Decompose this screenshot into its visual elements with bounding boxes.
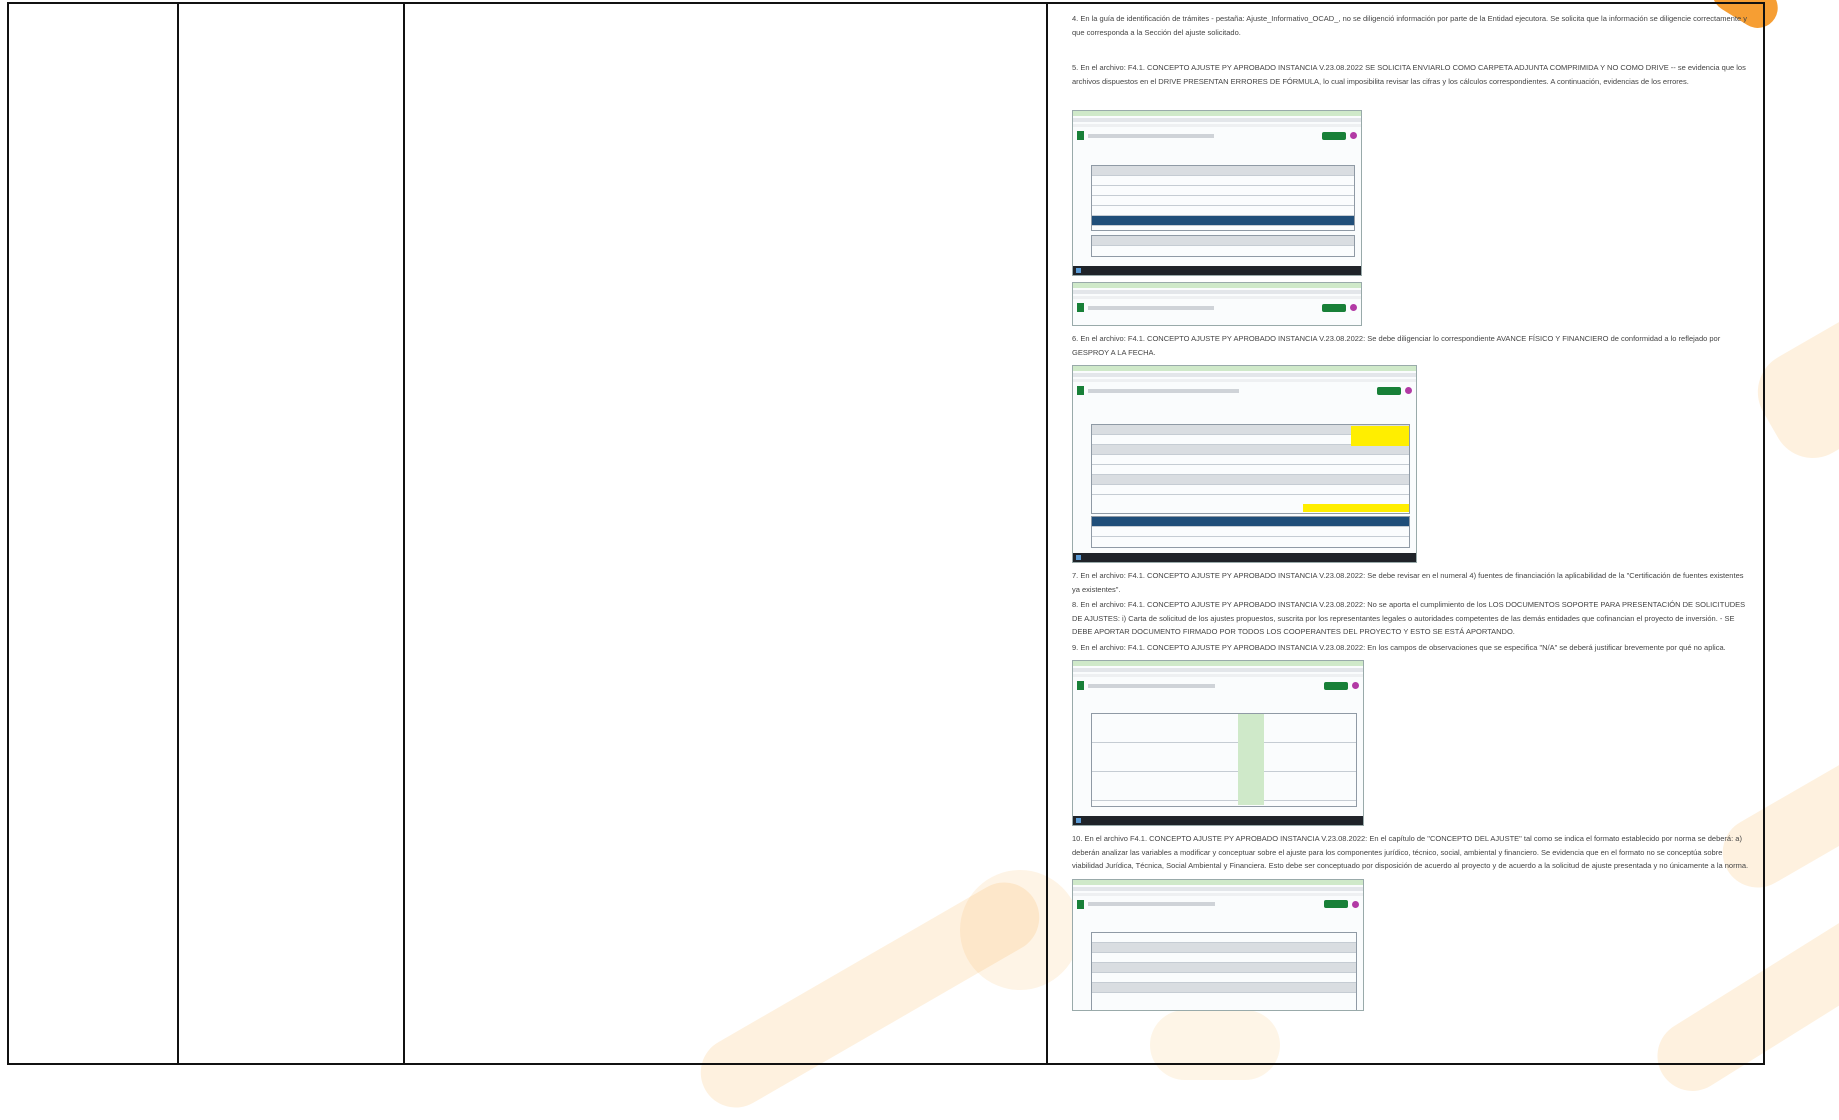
sheets-icon xyxy=(1077,681,1084,690)
observations-cell: 4. En la guía de identificación de trámi… xyxy=(1046,2,1765,1065)
observation-10: 10. En el archivo F4.1. CONCEPTO AJUSTE … xyxy=(1072,834,1749,870)
avatar xyxy=(1350,132,1357,139)
table-cell-col2 xyxy=(177,2,405,1065)
highlighted-cell xyxy=(1351,426,1409,446)
avatar xyxy=(1352,682,1359,689)
observation-4: 4. En la guía de identificación de trámi… xyxy=(1072,14,1747,37)
avatar xyxy=(1405,387,1412,394)
observation-9: 9. En el archivo: F4.1. CONCEPTO AJUSTE … xyxy=(1072,642,1726,652)
highlighted-column xyxy=(1238,714,1264,805)
table-cell-col1 xyxy=(7,2,179,1065)
embedded-screenshot-physical-financial-progress xyxy=(1072,365,1417,563)
sheets-icon xyxy=(1077,303,1084,312)
embedded-screenshot-concept-section xyxy=(1072,878,1364,1011)
table-cell-col3 xyxy=(403,2,1048,1065)
avatar xyxy=(1352,900,1359,908)
embedded-screenshot-observations-fields xyxy=(1072,660,1364,826)
highlighted-cell xyxy=(1303,504,1409,512)
observation-8: 8. En el archivo: F4.1. CONCEPTO AJUSTE … xyxy=(1072,600,1746,636)
avatar xyxy=(1350,304,1357,311)
observation-7: 7. En el archivo: F4.1. CONCEPTO AJUSTE … xyxy=(1072,571,1744,594)
windows-start-icon xyxy=(1076,268,1081,273)
windows-start-icon xyxy=(1076,818,1081,823)
sheets-icon xyxy=(1077,386,1084,395)
observation-6: 6. En el archivo: F4.1. CONCEPTO AJUSTE … xyxy=(1072,334,1721,357)
sheets-icon xyxy=(1077,131,1084,140)
windows-start-icon xyxy=(1076,555,1081,560)
sheets-icon xyxy=(1077,899,1084,909)
embedded-screenshot-formula-errors xyxy=(1072,110,1362,276)
embedded-screenshot-header xyxy=(1072,282,1362,326)
observations-table: 4. En la guía de identificación de trámi… xyxy=(7,2,1765,1065)
observation-5: 5. En el archivo: F4.1. CONCEPTO AJUSTE … xyxy=(1072,63,1746,86)
